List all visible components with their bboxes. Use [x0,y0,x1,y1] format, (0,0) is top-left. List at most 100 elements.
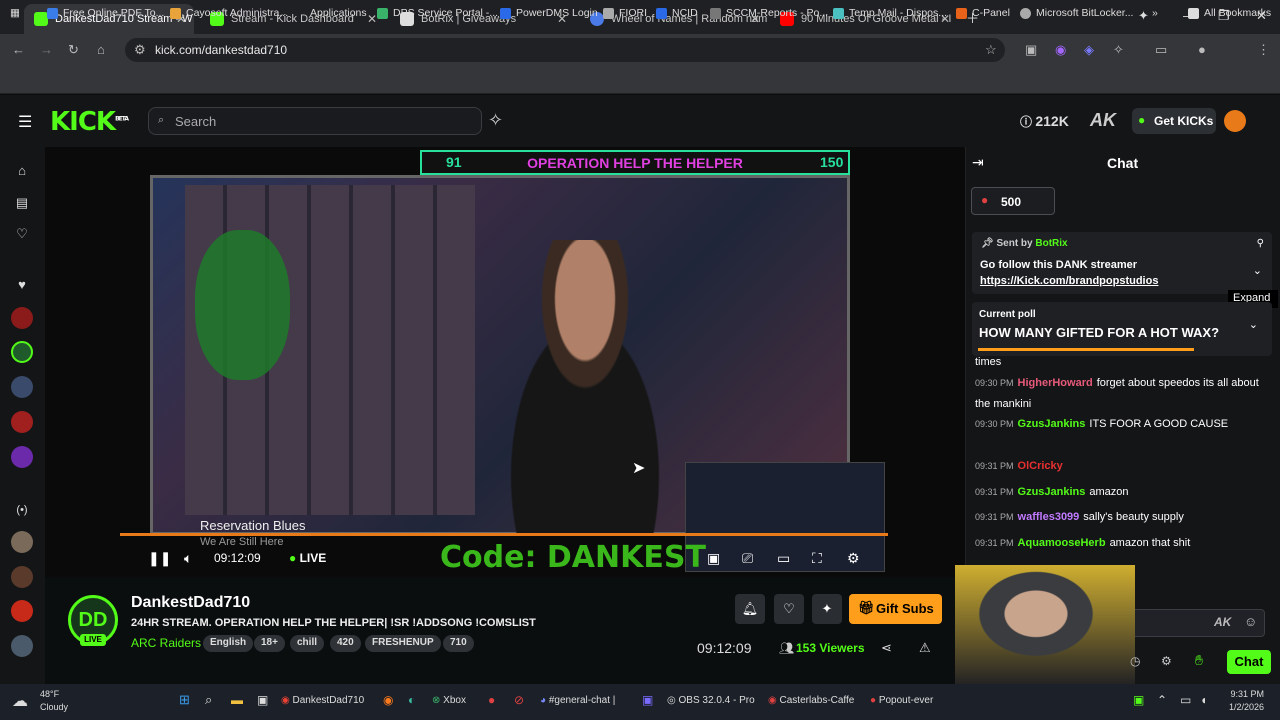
share-icon[interactable]: ⋖ [881,640,892,656]
sidepanel-icon[interactable]: ▭ [1155,42,1167,58]
chat-goal-badge[interactable]: ● 500 [971,187,1055,215]
firefox-icon[interactable]: ◉ [383,693,393,707]
gift-subs-button[interactable]: 🎁︎ Gift Subs [849,594,942,624]
back-icon[interactable]: ← [12,42,25,57]
follow-heart-icon[interactable]: ♡ [774,594,804,624]
channel-name[interactable]: DankestDad710 [131,594,250,612]
followed-channel-avatar[interactable] [11,307,33,329]
bookmark[interactable]: Applications [310,7,367,19]
stream-tag[interactable]: 18+ [254,635,285,652]
speaker-icon[interactable]: ◖ [1200,693,1207,707]
store-icon[interactable]: ▣ [257,693,268,707]
search-input[interactable]: ⌕ Search [148,107,482,135]
profile-icon[interactable]: ● [1198,42,1206,57]
unpin-icon[interactable]: ⚲ [1257,238,1264,249]
recommended-channel-avatar[interactable] [11,600,33,622]
taskbar-chrome[interactable]: ◉ DankestDad710 [281,695,364,706]
edge-icon[interactable]: ◐ [408,693,415,707]
clock-date[interactable]: 1/2/2026 [1218,702,1264,712]
followed-channel-avatar[interactable] [11,446,33,468]
stream-tag[interactable]: 710 [443,635,474,652]
extension-icon[interactable]: ◉ [1055,42,1066,58]
report-warning-icon[interactable]: ⚠ [919,640,931,656]
app-icon[interactable]: ⊘ [514,693,524,707]
send-chat-button[interactable]: Chat [1227,650,1271,674]
fullscreen-icon[interactable]: ⛶ [812,550,822,567]
browser-ai-icon[interactable]: ✦ [1138,8,1149,24]
file-explorer-icon[interactable]: ▬ [231,693,243,707]
url-field[interactable]: kick.com/dankestdad710 [125,38,1005,62]
broadcast-icon[interactable]: (•) [11,499,33,521]
clock-time[interactable]: 9:31 PM [1224,689,1264,699]
app-icon[interactable]: ● [488,693,495,707]
followed-channel-avatar[interactable] [11,341,33,363]
stream-tag[interactable]: 420 [330,635,361,652]
get-kicks-button[interactable]: ● Get KICKs [1132,108,1216,134]
apps-grid-icon[interactable]: ▦ [10,7,20,19]
pinned-link[interactable]: https://Kick.com/brandpopstudios [980,275,1158,287]
kick-logo[interactable]: KICKBETA [50,107,129,137]
all-bookmarks[interactable]: All Bookmarks [1188,7,1271,19]
timer-icon[interactable]: ◷ [1130,654,1140,668]
taskbar-search-icon[interactable]: ⌕ [205,692,212,708]
ak-icon[interactable]: AK [1090,110,1116,131]
ak-emote-icon[interactable]: AK [1214,615,1231,629]
weather-temp[interactable]: 48°F [40,689,59,699]
following-icon[interactable]: ♡ [11,223,33,245]
notification-bell-icon[interactable]: 🔔︎ [735,594,765,624]
chevron-down-icon[interactable]: ⌄ [1249,318,1258,331]
chevron-down-icon[interactable]: ⌄ [1253,264,1262,277]
browse-icon[interactable]: ▤ [11,192,33,214]
recommended-channel-avatar[interactable] [11,531,33,553]
bookmark[interactable]: Free Online PDF To... [47,7,164,19]
home-icon[interactable]: ⌂ [97,42,105,57]
extension-icon[interactable]: ◈ [1084,42,1094,58]
recommended-channel-avatar[interactable] [11,635,33,657]
weather-desc[interactable]: Cloudy [40,702,68,712]
pinned-message[interactable]: 📌︎ Sent by BotRix Go follow this DANK st… [972,232,1272,294]
points-balance[interactable]: ⓘ 212K [1012,108,1084,134]
bookmark[interactable]: Microsoft BitLocker... [1020,7,1133,19]
menu-icon[interactable]: ⋮ [1257,42,1270,58]
kicks-icon[interactable]: ✋︎ [1195,652,1203,669]
emoji-icon[interactable]: ☺ [1244,614,1257,629]
user-avatar[interactable] [1224,110,1246,132]
taskbar-discord[interactable]: ◕ #general-chat | [540,695,615,706]
bookmark[interactable]: NCID [656,7,698,19]
taskbar-xbox[interactable]: ⊗ Xbox [432,695,466,706]
windows-start-icon[interactable]: ⊞ [179,692,190,708]
extensions-puzzle-icon[interactable]: ✧ [1113,42,1124,58]
pause-icon[interactable]: ❚❚ [148,550,171,567]
stream-tag[interactable]: FRESHENUP [365,635,441,652]
reload-icon[interactable]: ↻ [68,42,79,58]
network-icon[interactable]: ▭ [1180,693,1191,707]
heart-icon[interactable]: ♥ [11,274,33,296]
stream-category[interactable]: ARC Raiders [131,636,201,650]
theater-icon[interactable]: ▭ [777,550,790,567]
collapse-chat-icon[interactable]: ⇥ [972,154,984,171]
recommended-channel-avatar[interactable] [11,566,33,588]
extension-icon[interactable]: ▣ [1025,42,1037,58]
more-bookmarks-icon[interactable]: » [1152,7,1158,19]
forward-icon[interactable]: → [40,42,53,57]
bookmark[interactable]: PowerDMS Login [500,7,598,19]
stream-tag[interactable]: English [203,635,254,652]
hamburger-menu-icon[interactable]: ☰ [18,112,32,132]
bookmark-star-icon[interactable]: ☆ [985,42,997,58]
bookmark[interactable]: FIORI [603,7,647,19]
tray-app-icon[interactable]: ▣ [1133,693,1144,707]
sparkle-icon[interactable]: ✧ [488,110,503,131]
bookmark[interactable]: DPS Service Portal -... [377,7,498,19]
clip-icon[interactable]: ⎚ [742,550,753,567]
settings-gear-icon[interactable]: ⚙ [847,550,860,567]
bookmark[interactable]: Temp Mail - Dispos... [833,7,947,19]
site-info-icon[interactable]: ⚙ [134,42,146,58]
close-tab-icon[interactable]: ✕ [367,12,377,26]
bookmark[interactable]: SCCM-Reports - Po... [710,7,828,19]
taskbar-popout[interactable]: ● Popout-ever [870,695,933,706]
boost-icon[interactable]: ✦ [812,594,842,624]
pip-icon[interactable]: ▣ [707,550,720,567]
taskbar-obs[interactable]: ◎ OBS 32.0.4 - Pro [667,695,755,706]
taskbar-casterlabs[interactable]: ◉ Casterlabs-Caffe [768,695,854,706]
bookmark[interactable]: C-Panel [956,7,1010,19]
